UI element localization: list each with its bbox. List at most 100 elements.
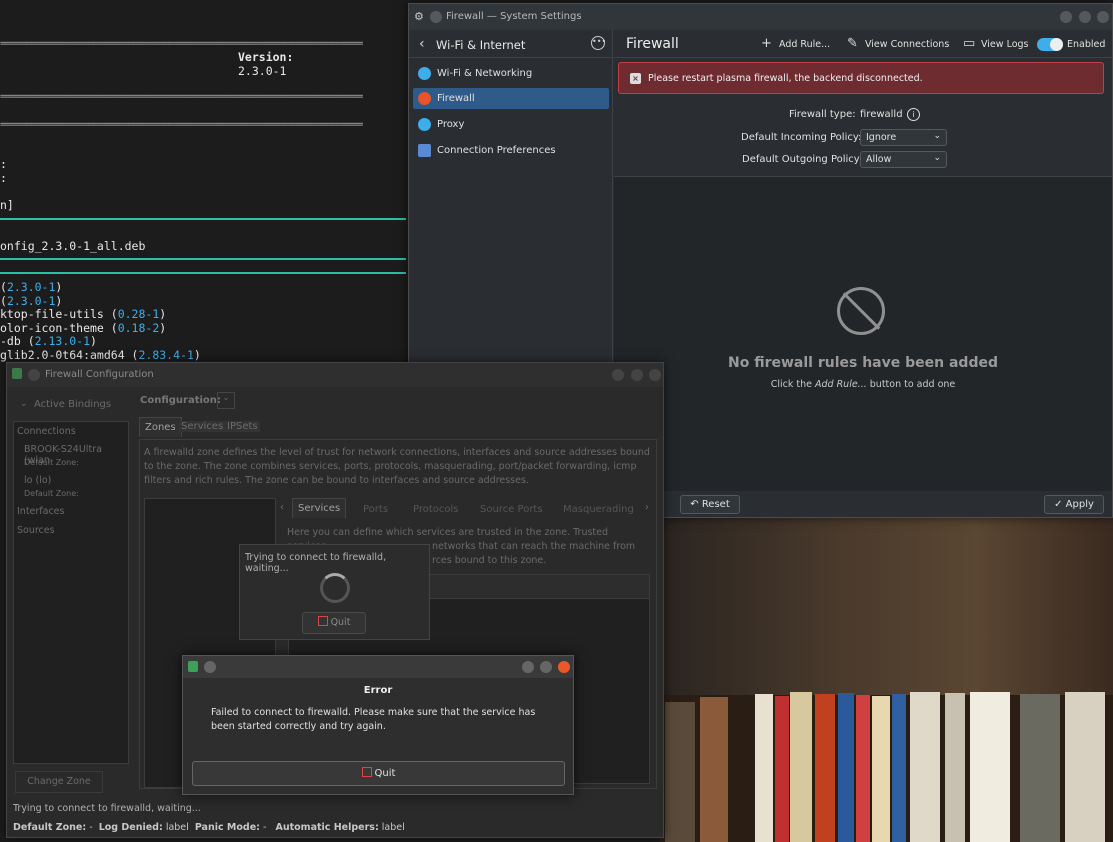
connecting-message: Trying to connect to firewalld, waiting.… bbox=[245, 552, 387, 574]
page-title: Firewall bbox=[626, 36, 679, 52]
chevron-down-icon: ⌄ bbox=[933, 153, 941, 163]
desktop-wallpaper bbox=[660, 515, 1113, 842]
active-bindings-label: Active Bindings bbox=[34, 399, 112, 410]
tab-ipsets[interactable]: IPSets bbox=[225, 421, 260, 432]
sources-header: Sources bbox=[17, 525, 55, 536]
proxy-icon bbox=[418, 118, 431, 131]
add-rule-button[interactable]: + Add Rule... bbox=[761, 36, 830, 51]
sidebar-header-title: Wi-Fi & Internet bbox=[436, 38, 526, 52]
empty-state-title: No firewall rules have been added bbox=[728, 355, 998, 371]
version-value: 2.3.0-1 bbox=[238, 64, 287, 78]
configuration-label: Configuration: bbox=[140, 395, 221, 406]
quit-icon bbox=[317, 616, 328, 626]
check-icon: ✓ bbox=[1054, 499, 1066, 510]
chevron-down-icon[interactable]: ⌄ bbox=[20, 399, 28, 409]
interfaces-header: Interfaces bbox=[17, 506, 65, 517]
shield-icon bbox=[12, 368, 22, 379]
wifi-icon bbox=[418, 67, 431, 80]
loading-spinner-icon bbox=[320, 573, 350, 603]
dependency-line: (2.3.0-1) bbox=[0, 293, 63, 308]
sidebar-item-proxy[interactable]: Proxy bbox=[413, 114, 609, 135]
pin-icon[interactable] bbox=[28, 369, 40, 381]
sidebar-item-label: Proxy bbox=[437, 119, 465, 130]
error-dialog-message: Failed to connect to firewalld. Please m… bbox=[211, 707, 536, 732]
reset-button[interactable]: ↶ Reset bbox=[680, 495, 740, 514]
connection-zone: Default Zone: bbox=[24, 458, 79, 467]
sidebar-header: ‹ Wi-Fi & Internet ••• bbox=[409, 30, 613, 58]
firewall-icon bbox=[418, 92, 431, 105]
close-button[interactable] bbox=[649, 369, 661, 381]
enabled-label: Enabled bbox=[1067, 39, 1106, 50]
dependency-line: ktop-file-utils (0.28-1) bbox=[0, 307, 167, 321]
subtab-source-ports[interactable]: Source Ports bbox=[480, 504, 543, 515]
subtab-masquerading[interactable]: Masquerading bbox=[563, 504, 634, 515]
connection-item[interactable]: lo (lo) bbox=[24, 475, 51, 486]
subtab-services[interactable]: Services bbox=[292, 498, 347, 518]
shield-icon bbox=[188, 661, 198, 672]
bindings-list[interactable]: Connections BROOK-S24Ultra (wlan Default… bbox=[13, 421, 129, 764]
services-description-2: networks that can reach the machine from bbox=[432, 541, 636, 552]
subtab-protocols[interactable]: Protocols bbox=[413, 504, 459, 515]
error-dialog-titlebar[interactable] bbox=[183, 656, 573, 678]
more-options-icon[interactable]: ••• bbox=[591, 36, 606, 50]
fwconf-titlebar[interactable]: Firewall Configuration bbox=[7, 363, 663, 387]
back-arrow-icon[interactable]: ‹ bbox=[419, 36, 425, 52]
scroll-right-icon[interactable]: › bbox=[645, 502, 649, 513]
zones-description: A firewalld zone defines the level of tr… bbox=[144, 447, 650, 486]
sidebar-item-connection-preferences[interactable]: Connection Preferences bbox=[413, 140, 609, 161]
error-dialog-title: Error bbox=[363, 685, 393, 696]
incoming-policy-label: Default Incoming Policy: bbox=[741, 132, 862, 143]
minimize-button[interactable] bbox=[522, 661, 534, 673]
firewall-page: Firewall + Add Rule... ✎ View Connections … bbox=[614, 30, 1112, 517]
services-description-3: rces bound to this zone. bbox=[432, 555, 547, 566]
outgoing-policy-label: Default Outgoing Policy: bbox=[742, 154, 863, 165]
quit-button[interactable]: Quit bbox=[302, 612, 366, 634]
pin-icon[interactable] bbox=[430, 11, 442, 23]
maximize-button[interactable] bbox=[1079, 11, 1091, 23]
maximize-button[interactable] bbox=[631, 369, 643, 381]
configuration-select[interactable]: ⌄ bbox=[217, 392, 235, 409]
chat-icon: ▭ bbox=[963, 36, 976, 51]
error-dialog[interactable]: Error Failed to connect to firewalld. Pl… bbox=[182, 655, 574, 795]
view-connections-button[interactable]: ✎ View Connections bbox=[847, 36, 949, 51]
subtab-ports[interactable]: Ports bbox=[363, 504, 388, 515]
rules-list: No firewall rules have been added Click … bbox=[614, 176, 1112, 491]
sidebar-item-wifi-networking[interactable]: Wi-Fi & Networking bbox=[413, 63, 609, 84]
close-button[interactable] bbox=[558, 661, 570, 673]
dependency-line: glib2.0-0t64:amd64 (2.83.4-1) bbox=[0, 347, 201, 362]
close-button[interactable] bbox=[1097, 11, 1109, 23]
dependency-line: -db (2.13.0-1) bbox=[0, 334, 97, 348]
firewall-type-label: Firewall type: bbox=[789, 109, 856, 120]
settings-titlebar[interactable]: ⚙ Firewall — System Settings bbox=[409, 4, 1112, 30]
connecting-dialog: Trying to connect to firewalld, waiting.… bbox=[239, 544, 430, 640]
version-label: Version: bbox=[238, 50, 294, 64]
minimize-button[interactable] bbox=[612, 369, 624, 381]
view-logs-button[interactable]: ▭ View Logs bbox=[963, 36, 1028, 51]
change-zone-button[interactable]: Change Zone bbox=[15, 771, 103, 793]
minimize-button[interactable] bbox=[1060, 11, 1072, 23]
page-header: Firewall + Add Rule... ✎ View Connections … bbox=[614, 30, 1112, 58]
incoming-policy-select[interactable]: Ignore ⌄ bbox=[860, 129, 947, 146]
tab-services[interactable]: Services bbox=[179, 421, 226, 432]
settings-window-title: Firewall — System Settings bbox=[446, 11, 582, 22]
apply-button[interactable]: ✓ Apply bbox=[1044, 495, 1104, 514]
sidebar-item-firewall[interactable]: Firewall bbox=[413, 88, 609, 109]
no-entry-icon bbox=[837, 287, 885, 335]
close-banner-icon[interactable]: × bbox=[630, 73, 641, 84]
scroll-left-icon[interactable]: ‹ bbox=[280, 502, 284, 513]
app-menu-icon[interactable]: ⚙ bbox=[414, 10, 424, 23]
status-bar: Default Zone: - Log Denied: label Panic … bbox=[13, 822, 405, 833]
tab-zones[interactable]: Zones bbox=[139, 417, 182, 437]
enabled-toggle[interactable] bbox=[1037, 38, 1063, 51]
quit-button[interactable]: Quit bbox=[192, 761, 565, 786]
chevron-down-icon: ⌄ bbox=[933, 131, 941, 141]
maximize-button[interactable] bbox=[540, 661, 552, 673]
pin-icon[interactable] bbox=[204, 661, 216, 673]
error-banner-text: Please restart plasma firewall, the back… bbox=[648, 73, 923, 84]
empty-state-subtitle: Click the Add Rule... button to add one bbox=[770, 379, 956, 390]
dependency-line: olor-icon-theme (0.18-2) bbox=[0, 320, 167, 335]
outgoing-policy-select[interactable]: Allow ⌄ bbox=[860, 151, 947, 168]
info-icon[interactable]: i bbox=[907, 108, 920, 121]
terminal-line: n] bbox=[0, 198, 14, 212]
sidebar-item-label: Connection Preferences bbox=[437, 145, 556, 156]
